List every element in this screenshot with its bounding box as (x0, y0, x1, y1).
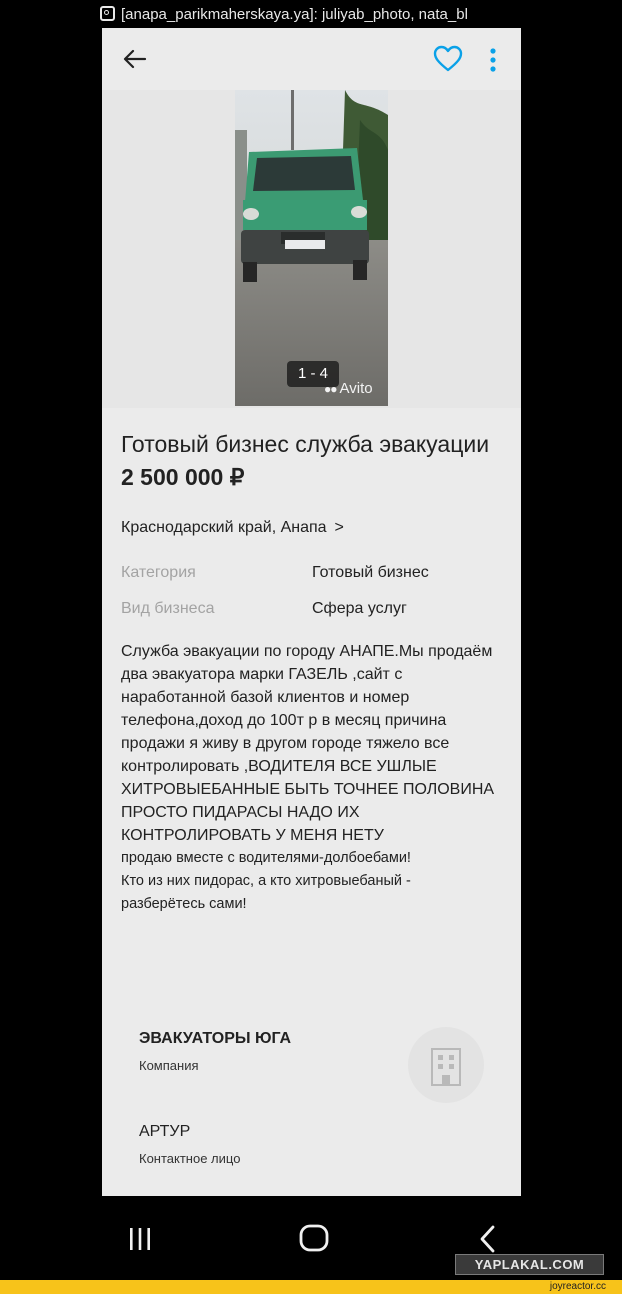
joyreactor-label: joyreactor.cc (549, 1281, 606, 1292)
recent-apps-button[interactable] (126, 1226, 154, 1257)
chevron-left-icon (480, 1225, 495, 1253)
description-addendum: продаю вместе с водителями-долбоебами! К… (121, 850, 411, 912)
home-button[interactable] (298, 1223, 330, 1258)
param-key: Вид бизнеса (121, 600, 215, 617)
listing-screen: 1 - 4 ●● Avito Готовый бизнес служба эвак… (102, 28, 521, 1196)
seller-type: Компания (139, 1058, 199, 1073)
top-app-bar (102, 28, 521, 90)
listing-title: Готовый бизнес служба эвакуации (121, 431, 490, 457)
avito-label: Avito (339, 380, 373, 397)
tow-van-photo (235, 90, 388, 406)
more-options-button[interactable] (484, 46, 502, 74)
param-value: Сфера услуг (312, 600, 407, 617)
yaplakal-watermark: YAPLAKAL.COM (455, 1254, 604, 1275)
favorite-button[interactable] (432, 44, 464, 74)
seller-name: ЭВАКУАТОРЫ ЮГА (139, 1030, 292, 1047)
param-value: Готовый бизнес (312, 564, 429, 581)
contact-name: АРТУР (139, 1123, 191, 1140)
contact-block: АРТУР Контактное лицо (139, 1121, 439, 1169)
repost-credit: [anapa_parikmaherskaya.ya]: juliyab_phot… (100, 4, 520, 26)
company-avatar[interactable] (408, 1027, 484, 1103)
chevron-right-icon: > (334, 519, 344, 536)
param-row: Вид бизнеса Сфера услуг (121, 598, 506, 634)
avito-dots-icon: ●● (324, 382, 337, 396)
param-row: Категория Готовый бизнес (121, 562, 506, 598)
contact-role: Контактное лицо (139, 1151, 241, 1166)
more-vertical-icon (490, 48, 496, 72)
instagram-icon (100, 6, 115, 21)
location-link[interactable]: Краснодарский край, Анапа > (121, 517, 344, 539)
listing-content: Готовый бизнес служба эвакуации 2 500 00… (121, 428, 506, 916)
param-key: Категория (121, 564, 196, 581)
heart-icon (433, 45, 463, 72)
back-button[interactable] (120, 45, 150, 73)
params-list: Категория Готовый бизнес Вид бизнеса Сфе… (121, 562, 506, 634)
recent-apps-icon (130, 1228, 150, 1250)
joyreactor-footer (0, 1280, 622, 1294)
photo-gallery[interactable]: 1 - 4 ●● Avito (102, 90, 521, 408)
location-text: Краснодарский край, Анапа (121, 519, 327, 536)
listing-price: 2 500 000 ₽ (121, 464, 245, 490)
home-icon (299, 1224, 329, 1252)
avito-watermark: ●● Avito (324, 379, 373, 399)
listing-description: Служба эвакуации по городу АНАПЕ.Мы прод… (121, 643, 495, 844)
building-icon (431, 1048, 461, 1086)
credit-text: [anapa_parikmaherskaya.ya]: juliyab_phot… (121, 6, 468, 23)
arrow-left-icon (123, 49, 147, 69)
listing-photo[interactable] (235, 90, 388, 406)
seller-block[interactable]: ЭВАКУАТОРЫ ЮГА Компания (139, 1028, 439, 1076)
